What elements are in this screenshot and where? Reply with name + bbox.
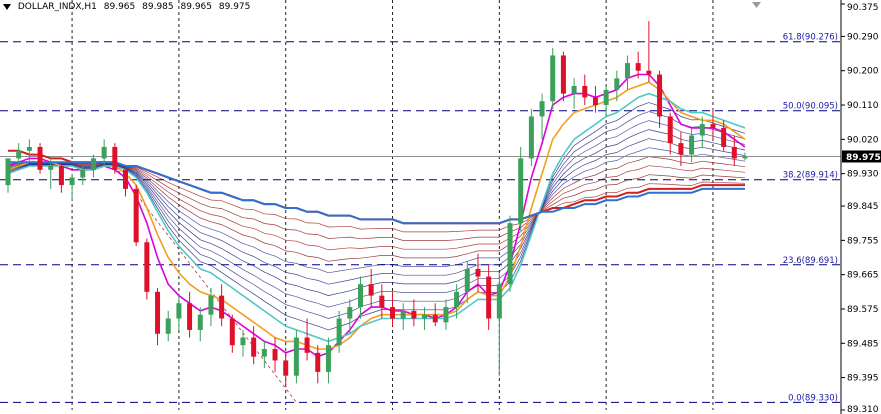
candle-body	[251, 337, 257, 357]
candle-body	[90, 158, 96, 170]
price-axis-tick-label: 89.395	[847, 374, 879, 384]
fib-level-label: 61.8(90.276)	[783, 33, 838, 43]
candle-body	[390, 307, 396, 319]
candle-body	[112, 146, 118, 170]
candle-body	[699, 124, 705, 136]
candle-body	[432, 314, 438, 323]
candle-body	[133, 188, 139, 243]
candle-body	[507, 223, 513, 285]
candle-body	[187, 303, 193, 330]
price-axis-tick-label: 90.375	[847, 3, 879, 13]
candle-body	[58, 166, 64, 186]
price-axis-tick-label: 89.485	[847, 339, 879, 349]
price-axis-tick-label: 89.845	[847, 202, 879, 212]
candle-body	[667, 116, 673, 144]
price-axis-tick-label: 90.110	[847, 101, 879, 111]
price-axis-tick-label: 89.310	[847, 405, 879, 414]
candle-body	[475, 268, 481, 277]
candle-body	[101, 146, 107, 159]
candle-body	[293, 337, 299, 376]
candle-body	[400, 310, 406, 319]
candle-body	[582, 85, 588, 98]
candle-body	[357, 284, 363, 308]
price-axis-tick-label: 89.665	[847, 271, 879, 281]
chart-header: DOLLAR_INDX,H1 89.965 89.985 89.965 89.9…	[3, 2, 254, 12]
candle-body	[336, 318, 342, 346]
candle-body	[48, 166, 54, 170]
candle-body	[411, 310, 417, 319]
candle-body	[635, 63, 641, 71]
candle-body	[710, 124, 716, 128]
chart-menu-triangle-icon[interactable]	[3, 3, 11, 10]
candle-body	[678, 143, 684, 155]
candle-body	[165, 318, 171, 334]
candle-body	[283, 360, 289, 376]
candle-body	[26, 146, 32, 151]
candle-body	[528, 116, 534, 159]
candle-body	[176, 303, 182, 319]
candle-body	[304, 337, 310, 353]
candle-body	[219, 295, 225, 319]
chart-area[interactable]: 61.8(90.276) 50.0(90.095) 38.2(89.914) 23.6…	[0, 0, 881, 414]
candle-body	[144, 242, 150, 292]
candle-body	[539, 101, 545, 117]
candle-body	[208, 295, 214, 315]
candle-body	[69, 177, 75, 186]
candle-body	[592, 97, 598, 106]
candle-body	[197, 314, 203, 330]
candle-body	[646, 70, 652, 75]
price-axis-tick-label: 90.200	[847, 67, 879, 77]
candle-body	[721, 127, 727, 147]
candle-body	[37, 146, 43, 170]
candle-body	[240, 337, 246, 346]
candle-body	[742, 156, 748, 159]
price-axis-tick-label: 89.930	[847, 170, 879, 180]
candle-body	[379, 295, 385, 308]
candle-body	[122, 169, 128, 189]
candle-body	[422, 314, 428, 319]
fib-level-label: 23.6(89.691)	[783, 256, 838, 266]
candle-body	[315, 352, 321, 372]
close-value: 89.975	[218, 2, 251, 12]
fib-level-label: 0.0(89.330)	[788, 393, 838, 403]
candle-body	[454, 291, 460, 308]
symbol-label: DOLLAR_INDX,H1	[17, 2, 97, 12]
candle-body	[5, 158, 11, 186]
candle-body	[603, 89, 609, 106]
open-value: 89.965	[103, 2, 136, 12]
price-axis-tick-label: 90.290	[847, 32, 879, 42]
candle-body	[486, 276, 492, 319]
candle-body	[550, 55, 556, 102]
candle-body	[560, 55, 566, 94]
price-axis-tick-label: 89.575	[847, 305, 879, 315]
candle-body	[625, 63, 631, 79]
fib-level-label: 38.2(89.914)	[783, 171, 838, 181]
candle-body	[657, 74, 663, 117]
candle-body	[272, 349, 278, 361]
candle-body	[80, 169, 86, 178]
current-price-label: 89.975	[846, 153, 881, 163]
candle-body	[518, 158, 524, 224]
price-chart[interactable]: 61.8(90.276) 50.0(90.095) 38.2(89.914) 23.6…	[0, 0, 881, 414]
high-value: 89.985	[142, 2, 174, 12]
fib-level-label: 50.0(90.095)	[783, 102, 838, 112]
candle-body	[571, 85, 577, 94]
price-axis-tick-label: 90.020	[847, 135, 879, 145]
low-value: 89.965	[180, 2, 213, 12]
price-axis-tick-label: 89.755	[847, 236, 879, 246]
candle-body	[325, 345, 331, 372]
candle-body	[614, 78, 620, 90]
candle-body	[229, 318, 235, 346]
candle-body	[368, 284, 374, 296]
candle-body	[496, 284, 502, 319]
candle-body	[443, 307, 449, 323]
candle-body	[731, 146, 737, 159]
candle-body	[155, 291, 161, 334]
candle-body	[261, 349, 267, 357]
candle-body	[16, 150, 22, 159]
candle-body	[464, 268, 470, 292]
candle-body	[347, 307, 353, 319]
candle-body	[689, 135, 695, 155]
